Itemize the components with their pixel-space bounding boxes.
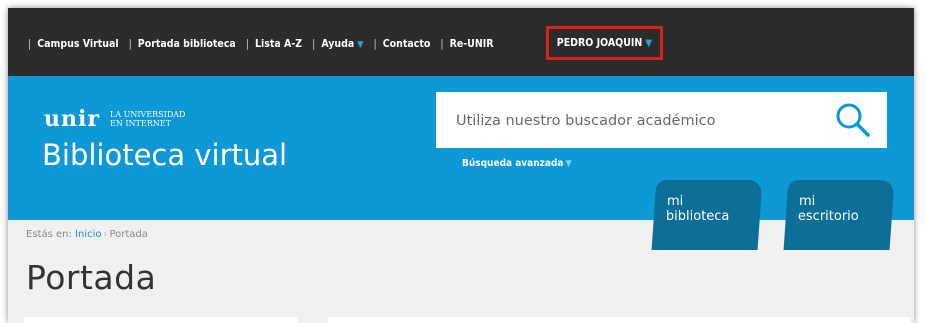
- nav-separator: |: [312, 38, 316, 50]
- nav-link-portada-biblioteca[interactable]: Portada biblioteca: [138, 38, 236, 50]
- top-navigation-bar: | Campus Virtual | Portada biblioteca | …: [8, 8, 914, 76]
- nav-link-re-unir[interactable]: Re-UNIR: [450, 38, 494, 50]
- search-button[interactable]: [833, 100, 873, 140]
- nav-separator: |: [28, 38, 32, 50]
- nav-separator: |: [440, 38, 444, 50]
- logo-tagline-line1: LA UNIVERSIDAD: [110, 110, 186, 119]
- search-box: [436, 92, 887, 148]
- content-panel-left: [24, 317, 298, 323]
- advanced-search-link[interactable]: Búsqueda avanzada ▼: [462, 158, 572, 169]
- nav-separator: |: [245, 38, 249, 50]
- nav-link-campus-virtual[interactable]: Campus Virtual: [37, 38, 118, 50]
- tab-mi-escritorio-line1: mi: [798, 194, 816, 209]
- top-nav-links: | Campus Virtual | Portada biblioteca | …: [28, 36, 504, 52]
- browser-frame: | Campus Virtual | Portada biblioteca | …: [8, 8, 914, 323]
- chevron-down-icon: ▼: [357, 40, 364, 50]
- advanced-search-label: Búsqueda avanzada: [462, 158, 564, 169]
- breadcrumb-prefix: Estás en:: [26, 229, 72, 240]
- nav-separator: |: [373, 38, 377, 50]
- breadcrumb-current: Portada: [109, 229, 148, 240]
- chevron-down-icon: ▼: [565, 159, 572, 169]
- user-name: PEDRO JOAQUIN: [556, 37, 643, 49]
- site-header: unir LA UNIVERSIDAD EN INTERNET Bibliote…: [8, 76, 914, 220]
- page-title: Portada: [26, 258, 157, 297]
- chevron-down-icon: ▼: [645, 37, 653, 49]
- nav-link-ayuda[interactable]: Ayuda ▼: [321, 38, 363, 50]
- nav-separator: |: [128, 38, 132, 50]
- content-panel-right: [328, 317, 910, 323]
- nav-link-ayuda-label: Ayuda: [321, 38, 355, 50]
- breadcrumb-link-inicio[interactable]: Inicio: [75, 229, 101, 240]
- tab-mi-biblioteca[interactable]: mi biblioteca: [651, 180, 763, 250]
- breadcrumb: Estás en: Inicio › Portada: [26, 229, 148, 240]
- logo-tagline-line2: EN INTERNET: [110, 119, 171, 128]
- site-title: Biblioteca virtual: [42, 138, 288, 172]
- tab-mi-biblioteca-line2: biblioteca: [665, 209, 730, 224]
- tab-mi-biblioteca-line1: mi: [666, 194, 684, 209]
- nav-link-contacto[interactable]: Contacto: [383, 38, 431, 50]
- tab-mi-escritorio-line2: escritorio: [797, 209, 859, 224]
- tab-mi-escritorio[interactable]: mi escritorio: [783, 180, 895, 250]
- search-input[interactable]: [454, 109, 818, 133]
- search-icon: [836, 103, 870, 137]
- logo-tagline: LA UNIVERSIDAD EN INTERNET: [110, 110, 185, 128]
- nav-link-lista-a-z[interactable]: Lista A-Z: [255, 38, 302, 50]
- breadcrumb-arrow-icon: ›: [103, 229, 108, 240]
- unir-logo[interactable]: unir: [44, 106, 100, 132]
- user-menu-button[interactable]: PEDRO JOAQUIN ▼: [546, 26, 663, 60]
